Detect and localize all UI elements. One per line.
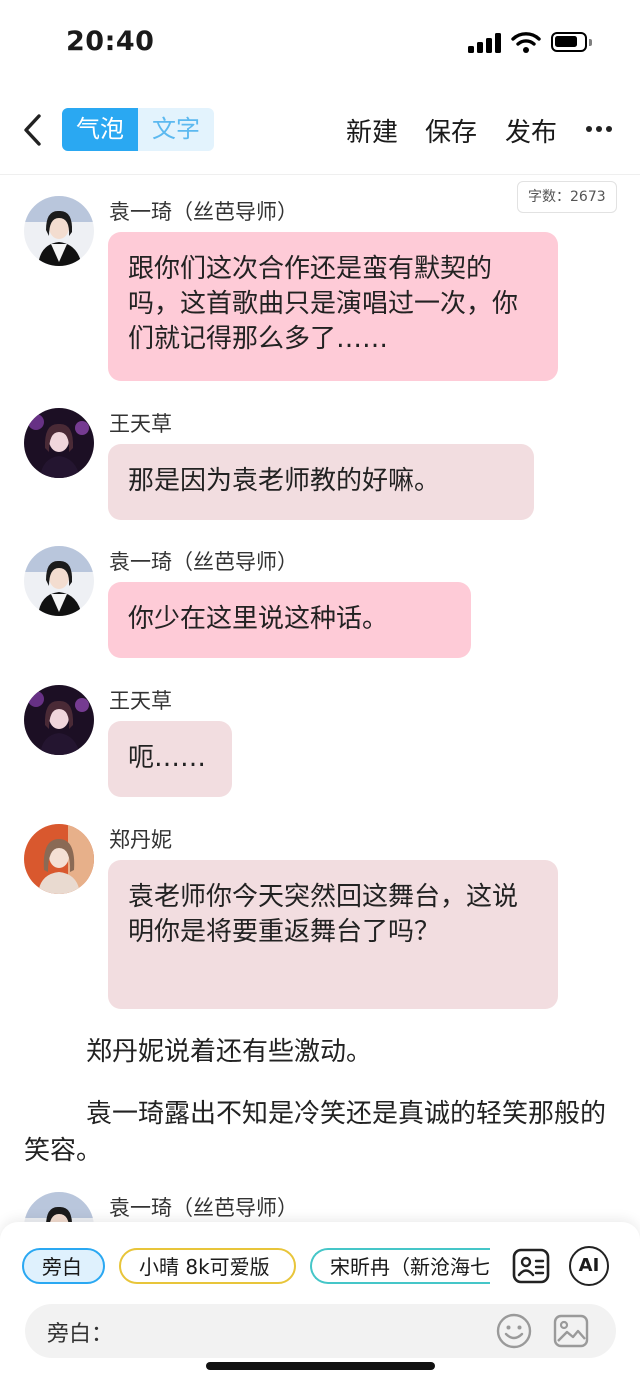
sender-name: 袁一琦（丝芭导师）: [109, 200, 298, 224]
role-chip[interactable]: 小晴 8k可爱版: [119, 1248, 296, 1284]
tab-bubble[interactable]: 气泡: [62, 108, 138, 151]
publish-button[interactable]: 发布: [505, 112, 557, 149]
sender-name: 王天草: [109, 689, 172, 713]
avatar[interactable]: [24, 546, 94, 616]
message-bubble[interactable]: 跟你们这次合作还是蛮有默契的吗，这首歌曲只是演唱过一次，你们就记得那么多了……: [108, 232, 558, 381]
more-icon[interactable]: [586, 126, 612, 134]
emoji-icon[interactable]: [495, 1312, 533, 1350]
message-bubble[interactable]: 你少在这里说这种话。: [108, 582, 471, 658]
wifi-icon: [511, 32, 541, 53]
status-time: 20:40: [66, 26, 155, 57]
new-button[interactable]: 新建: [346, 112, 398, 149]
message-bubble[interactable]: 那是因为袁老师教的好嘛。: [108, 444, 534, 520]
editor-toolbar: 气泡 文字 新建 保存 发布: [0, 86, 640, 175]
sender-name: 王天草: [109, 412, 172, 436]
role-input-panel: 旁白 小晴 8k可爱版 宋昕冉（新沧海七 AI 旁白：: [0, 1222, 640, 1385]
status-bar: 20:40: [0, 0, 640, 86]
mode-switch: 气泡 文字: [62, 108, 214, 151]
avatar[interactable]: [24, 408, 94, 478]
save-button[interactable]: 保存: [425, 112, 477, 149]
message-bubble[interactable]: 袁老师你今天突然回这舞台，这说明你是将要重返舞台了吗？: [108, 860, 558, 1009]
contact-card-icon[interactable]: [511, 1246, 551, 1286]
image-icon[interactable]: [552, 1312, 590, 1350]
sender-name: 郑丹妮: [109, 828, 172, 852]
ai-button[interactable]: AI: [569, 1246, 609, 1286]
battery-icon: [551, 32, 592, 52]
cellular-signal-icon: [468, 33, 502, 53]
home-indicator: [206, 1362, 435, 1370]
avatar[interactable]: [24, 685, 94, 755]
back-arrow-icon[interactable]: [14, 110, 54, 150]
word-count-badge: 字数：2673: [517, 181, 617, 213]
sender-name: 袁一琦（丝芭导师）: [109, 1196, 298, 1220]
tab-text[interactable]: 文字: [138, 108, 214, 151]
message-input[interactable]: 旁白：: [25, 1304, 616, 1358]
avatar[interactable]: [24, 824, 94, 894]
sender-name: 袁一琦（丝芭导师）: [109, 550, 298, 574]
avatar[interactable]: [24, 196, 94, 266]
role-chip[interactable]: 宋昕冉（新沧海七: [310, 1248, 490, 1284]
narration-text[interactable]: 郑丹妮说着还有些激动。: [24, 1034, 616, 1071]
role-chip-narration[interactable]: 旁白: [22, 1248, 105, 1284]
input-role-label: 旁白：: [47, 1322, 114, 1347]
message-bubble[interactable]: 呃……: [108, 721, 232, 797]
narration-text[interactable]: 袁一琦露出不知是冷笑还是真诚的轻笑那般的笑容。: [24, 1096, 616, 1170]
